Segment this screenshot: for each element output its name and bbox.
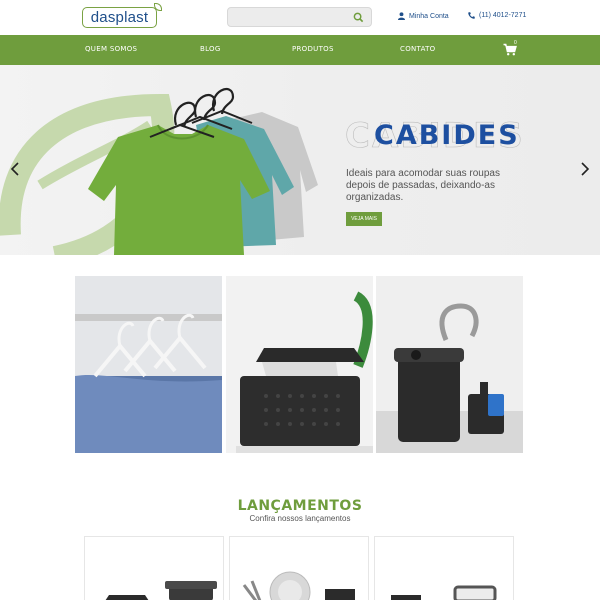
category-tile-kitchen[interactable] (376, 276, 523, 453)
launch-card[interactable] (374, 536, 514, 600)
dasplast-logo[interactable]: dasplast (82, 3, 162, 28)
logo-text: dasplast (90, 9, 149, 26)
nav-item-quem-somos[interactable]: QUEM SOMOS (85, 45, 137, 53)
product-photo-container (391, 585, 497, 600)
product-photo-organizer (105, 581, 217, 600)
hangers-photo (75, 276, 222, 453)
hero-title: CABIDES (374, 120, 520, 151)
launches-subtitle: Confira nossos lançamentos (249, 514, 351, 523)
phone-number: (11) 4012-7271 (479, 12, 527, 19)
account-link[interactable]: Minha Conta (398, 12, 449, 20)
account-label: Minha Conta (409, 12, 449, 20)
hero-banner: CABIDES CABIDES Ideais para acomodar sua… (0, 65, 600, 255)
cart-count: 0 (514, 40, 517, 46)
nav-item-contato[interactable]: CONTATO (400, 45, 436, 53)
search-input[interactable] (234, 10, 349, 24)
site-header: dasplast Minha Conta (11) 4012-7271 (0, 0, 600, 35)
phone-link[interactable]: (11) 4012-7271 (468, 12, 526, 19)
hero-see-more-button[interactable]: VEJA MAIS (346, 212, 382, 226)
user-icon (398, 12, 405, 20)
launch-card[interactable] (84, 536, 224, 600)
launch-card[interactable] (229, 536, 369, 600)
phone-icon (468, 12, 475, 19)
nav-item-produtos[interactable]: PRODUTOS (292, 45, 334, 53)
hero-description: Ideais para acomodar suas roupas depois … (346, 168, 500, 203)
launches-title: LANÇAMENTOS (237, 498, 363, 514)
nav-item-blog[interactable]: BLOG (200, 45, 221, 53)
leaf-icon (154, 3, 162, 11)
hero-illustration (0, 88, 318, 255)
chevron-right-icon[interactable] (579, 161, 591, 177)
category-tile-baskets[interactable] (226, 276, 373, 453)
main-nav: QUEM SOMOS BLOG PRODUTOS CONTATO 0 (0, 35, 600, 65)
chevron-left-icon[interactable] (9, 161, 21, 177)
search-icon[interactable] (353, 12, 364, 23)
category-tile-hangers[interactable] (75, 276, 222, 453)
search-bar (227, 7, 372, 27)
product-photo-dish-rack (242, 571, 355, 600)
kitchen-photo (376, 276, 523, 453)
basket-photo (226, 276, 373, 453)
